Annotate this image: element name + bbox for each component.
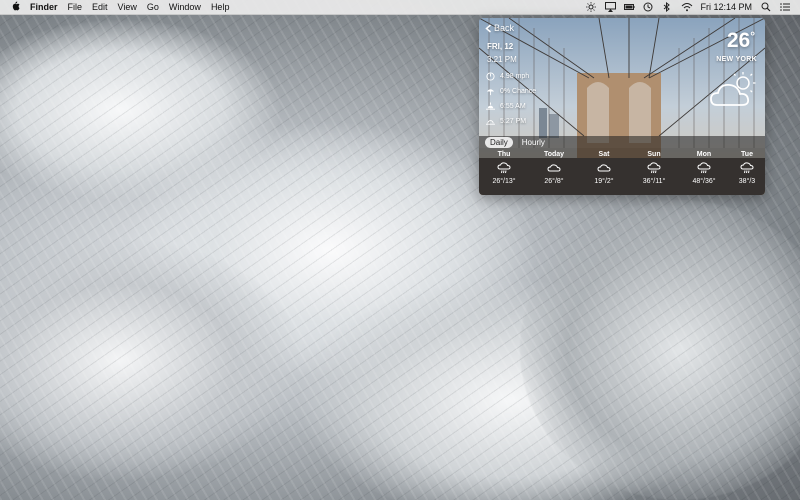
detail-precip: 0% Chance bbox=[486, 84, 536, 99]
weather-widget: Back FRI, 12 3:21 PM 4.98 mph 0% Chance … bbox=[479, 18, 765, 195]
forecast-day: Thu 26°/13° bbox=[479, 148, 529, 195]
forecast-temp-range: 19°/2° bbox=[594, 178, 614, 185]
forecast-day: Mon 48°/36° bbox=[679, 148, 729, 195]
menu-edit[interactable]: Edit bbox=[92, 2, 108, 12]
weather-time: 3:21 PM bbox=[487, 55, 517, 64]
forecast-day-name: Sun bbox=[647, 151, 661, 158]
forecast-day: Today 26°/8° bbox=[529, 148, 579, 195]
degree-symbol: ° bbox=[750, 29, 755, 43]
forecast-day-name: Tue bbox=[741, 151, 753, 158]
weather-date: FRI, 12 bbox=[487, 42, 514, 51]
menu-bar: Finder File Edit View Go Window Help Fri… bbox=[0, 0, 800, 15]
forecast-temp-range: 48°/36° bbox=[692, 178, 716, 185]
airplay-icon[interactable] bbox=[605, 2, 617, 12]
rain-cloud-icon bbox=[740, 162, 754, 174]
temperature-value: 26 bbox=[726, 29, 751, 52]
chevron-left-icon bbox=[485, 23, 491, 33]
wind-icon bbox=[486, 72, 495, 81]
forecast-day: Sat 19°/2° bbox=[579, 148, 629, 195]
forecast-row: Thu 26°/13° Today 26°/8° Sat 19°/2° Sun … bbox=[479, 148, 765, 195]
menu-clock[interactable]: Fri 12:14 PM bbox=[700, 2, 752, 12]
umbrella-icon bbox=[486, 89, 495, 96]
tab-daily[interactable]: Daily bbox=[485, 136, 513, 148]
current-temperature: 26° bbox=[727, 29, 755, 53]
time-machine-icon[interactable] bbox=[643, 2, 653, 12]
brightness-icon[interactable] bbox=[586, 2, 597, 12]
forecast-day: Tue 38°/3 bbox=[729, 148, 765, 195]
sunset-icon bbox=[486, 120, 495, 125]
forecast-temp-range: 26°/13° bbox=[492, 178, 516, 185]
battery-icon[interactable] bbox=[624, 2, 635, 12]
rain-cloud-icon bbox=[697, 162, 711, 174]
forecast-tab-bar: Daily Hourly bbox=[479, 136, 765, 148]
menu-view[interactable]: View bbox=[118, 2, 137, 12]
weather-details: 4.98 mph 0% Chance 6:55 AM 5:27 PM bbox=[486, 69, 536, 129]
apple-menu-icon[interactable] bbox=[10, 0, 20, 14]
spotlight-icon[interactable] bbox=[761, 2, 771, 12]
sunset-time: 5:27 PM bbox=[500, 118, 527, 125]
city-name: NEW YORK bbox=[716, 56, 757, 63]
precip-chance: 0% Chance bbox=[500, 88, 537, 95]
detail-sunrise: 6:55 AM bbox=[486, 99, 536, 114]
cloud-icon bbox=[547, 164, 561, 172]
menu-app-name[interactable]: Finder bbox=[30, 2, 58, 12]
detail-wind: 4.98 mph bbox=[486, 69, 536, 84]
back-label: Back bbox=[494, 23, 515, 33]
tab-hourly[interactable]: Hourly bbox=[517, 137, 550, 148]
forecast-temp-range: 26°/8° bbox=[544, 178, 564, 185]
back-button[interactable]: Back bbox=[485, 23, 514, 33]
sunrise-time: 6:55 AM bbox=[500, 103, 526, 110]
forecast-day-name: Thu bbox=[497, 151, 511, 158]
rain-cloud-icon bbox=[497, 162, 511, 174]
partly-cloudy-icon bbox=[710, 72, 756, 106]
wifi-icon[interactable] bbox=[681, 2, 693, 12]
wind-speed: 4.98 mph bbox=[500, 73, 530, 80]
menu-go[interactable]: Go bbox=[147, 2, 159, 12]
notification-center-icon[interactable] bbox=[780, 2, 790, 12]
forecast-temp-range: 36°/11° bbox=[642, 178, 666, 185]
menu-window[interactable]: Window bbox=[169, 2, 201, 12]
bluetooth-icon[interactable] bbox=[662, 1, 672, 13]
menu-help[interactable]: Help bbox=[211, 2, 230, 12]
menu-file[interactable]: File bbox=[68, 2, 83, 12]
sunrise-icon bbox=[486, 102, 495, 110]
forecast-day-name: Sat bbox=[598, 151, 610, 158]
forecast-day: Sun 36°/11° bbox=[629, 148, 679, 195]
rain-cloud-icon bbox=[647, 162, 661, 174]
detail-sunset: 5:27 PM bbox=[486, 114, 536, 129]
forecast-day-name: Mon bbox=[696, 151, 712, 158]
forecast-temp-range: 38°/3 bbox=[738, 178, 756, 185]
forecast-day-name: Today bbox=[543, 151, 565, 158]
cloud-icon bbox=[597, 164, 611, 172]
